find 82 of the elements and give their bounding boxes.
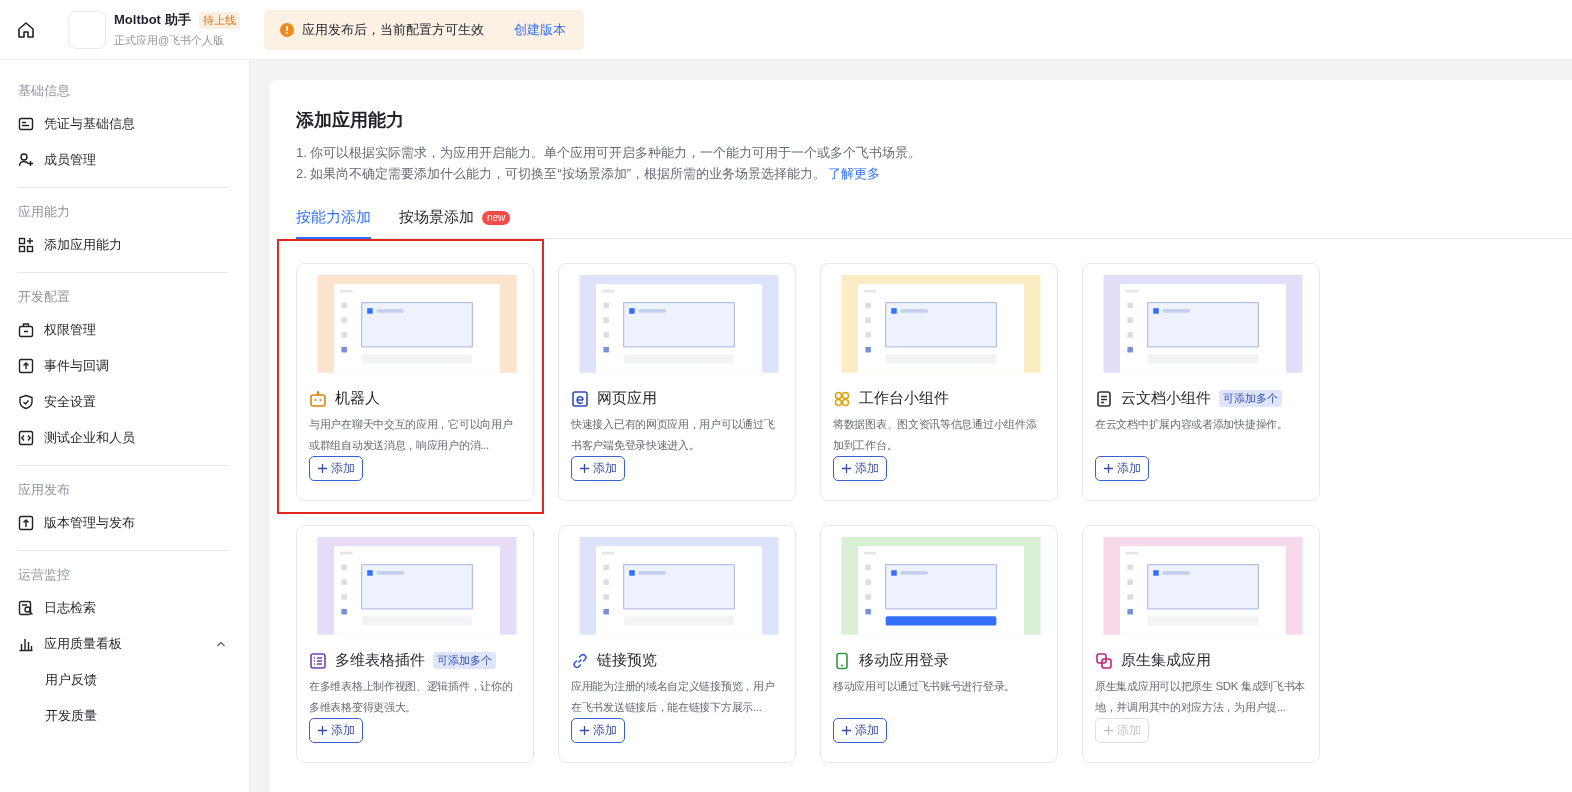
add-button[interactable]: 添加 <box>571 718 625 743</box>
notice-text: 应用发布后，当前配置方可生效 <box>302 20 484 39</box>
card-title: 多维表格插件 <box>335 651 425 671</box>
app-subtitle: 正式应用@飞书个人版 <box>114 33 226 48</box>
letter-e-icon <box>571 389 589 408</box>
sidebar-item[interactable]: 测试企业和人员 <box>18 420 229 456</box>
four-circles-icon <box>833 389 851 408</box>
card-description: 应用能为注册的域名自定义链接预览，用户在飞书发送链接后，能在链接下方展示... <box>571 679 776 715</box>
plus-icon <box>841 463 852 474</box>
card-title: 云文档小组件 <box>1121 389 1211 409</box>
shield-check-icon <box>18 394 34 410</box>
app-name: Moltbot 助手 <box>114 11 191 29</box>
section-title: 运营监控 <box>18 566 71 584</box>
sidebar-item[interactable]: 添加应用能力 <box>18 227 229 263</box>
tab[interactable]: 按场景添加 new <box>399 208 511 239</box>
add-button[interactable]: 添加 <box>1095 456 1149 481</box>
bar-chart-icon <box>18 636 34 652</box>
instruction-text: 1. 你可以根据实际需求，为应用开启能力。单个应用可开启多种能力，一个能力可用于一个或多个飞书场景。 <box>296 144 923 162</box>
card-title: 网页应用 <box>597 389 657 409</box>
home-icon[interactable] <box>16 19 36 40</box>
code-icon <box>18 430 34 446</box>
card-title: 链接预览 <box>597 651 657 671</box>
sidebar-item[interactable]: 凭证与基础信息 <box>18 106 229 142</box>
plus-icon <box>317 463 328 474</box>
create-version-link[interactable]: 创建版本 <box>514 20 566 39</box>
card-title: 原生集成应用 <box>1121 651 1211 671</box>
plus-icon <box>579 725 590 736</box>
sidebar-item[interactable]: 版本管理与发布 <box>18 505 229 541</box>
sidebar-item[interactable]: 成员管理 <box>18 142 229 178</box>
sidebar-item[interactable]: 应用质量看板 <box>18 626 229 662</box>
plus-icon <box>579 463 590 474</box>
card-title: 机器人 <box>335 389 380 409</box>
sidebar-item[interactable]: 日志检索 <box>18 590 229 626</box>
plus-icon <box>1103 725 1114 736</box>
upload-box-icon <box>18 358 34 374</box>
section-title: 开发配置 <box>18 288 71 306</box>
card-description: 移动应用可以通过飞书账号进行登录。 <box>833 679 1016 694</box>
card-title: 工作台小组件 <box>859 389 949 409</box>
apps-grid-icon <box>18 237 34 253</box>
section-title: 基础信息 <box>18 82 71 100</box>
warning-icon <box>280 22 294 37</box>
add-button[interactable]: 添加 <box>309 456 363 481</box>
add-button[interactable]: 添加 <box>309 718 363 743</box>
document-search-icon <box>18 600 34 616</box>
plus-icon <box>841 725 852 736</box>
plus-icon <box>1103 463 1114 474</box>
add-button[interactable]: 添加 <box>833 456 887 481</box>
robot-icon <box>309 389 327 408</box>
tab[interactable]: 按能力添加 <box>296 208 371 239</box>
overlapping-squares-icon <box>1095 651 1113 670</box>
card-description: 将数据图表、图文资讯等信息通过小组件添加到工作台。 <box>833 417 1038 453</box>
sidebar-subitem[interactable]: 用户反馈 <box>18 662 229 698</box>
list-icon <box>309 651 327 670</box>
link-icon <box>571 651 589 670</box>
sidebar-item[interactable]: 安全设置 <box>18 384 229 420</box>
section-title: 应用能力 <box>18 203 71 221</box>
card-description: 原生集成应用可以把原生 SDK 集成到飞书本地，并调用其中的对应方法，为用户提... <box>1095 679 1307 715</box>
sidebar-subitem[interactable]: 开发质量 <box>18 698 229 734</box>
add-button[interactable]: 添加 <box>833 718 887 743</box>
card-description: 快速接入已有的网页应用，用户可以通过飞书客户端免登录快速进入。 <box>571 417 776 453</box>
sidebar-item[interactable]: 事件与回调 <box>18 348 229 384</box>
add-button[interactable]: 添加 <box>571 456 625 481</box>
section-title: 应用发布 <box>18 481 71 499</box>
card-description: 在多维表格上制作视图、逻辑插件，让你的多维表格变得更强大。 <box>309 679 514 715</box>
card-description: 在云文档中扩展内容或者添加快捷操作。 <box>1095 417 1289 432</box>
plus-icon <box>317 725 328 736</box>
phone-icon <box>833 651 851 670</box>
instruction-text: 2. 如果尚不确定需要添加什么能力，可切换至“按场景添加”，根据所需的业务场景选择能力。了解更多 <box>296 165 882 183</box>
page-title: 添加应用能力 <box>296 109 405 132</box>
multi-badge: 可添加多个 <box>1219 390 1282 408</box>
sidebar-item[interactable]: 权限管理 <box>18 312 229 348</box>
add-user-icon <box>18 152 34 168</box>
card-description: 与用户在聊天中交互的应用，它可以向用户或群组自动发送消息，响应用户的消... <box>309 417 514 453</box>
status-tag: 待上线 <box>198 11 240 29</box>
new-badge: new <box>482 210 511 225</box>
briefcase-icon <box>18 322 34 338</box>
document-icon <box>1095 389 1113 408</box>
card-title: 移动应用登录 <box>859 651 949 671</box>
upload-box-icon <box>18 515 34 531</box>
multi-badge: 可添加多个 <box>433 652 496 670</box>
learn-more-link[interactable]: 了解更多 <box>828 166 881 181</box>
id-card-icon <box>18 116 34 132</box>
